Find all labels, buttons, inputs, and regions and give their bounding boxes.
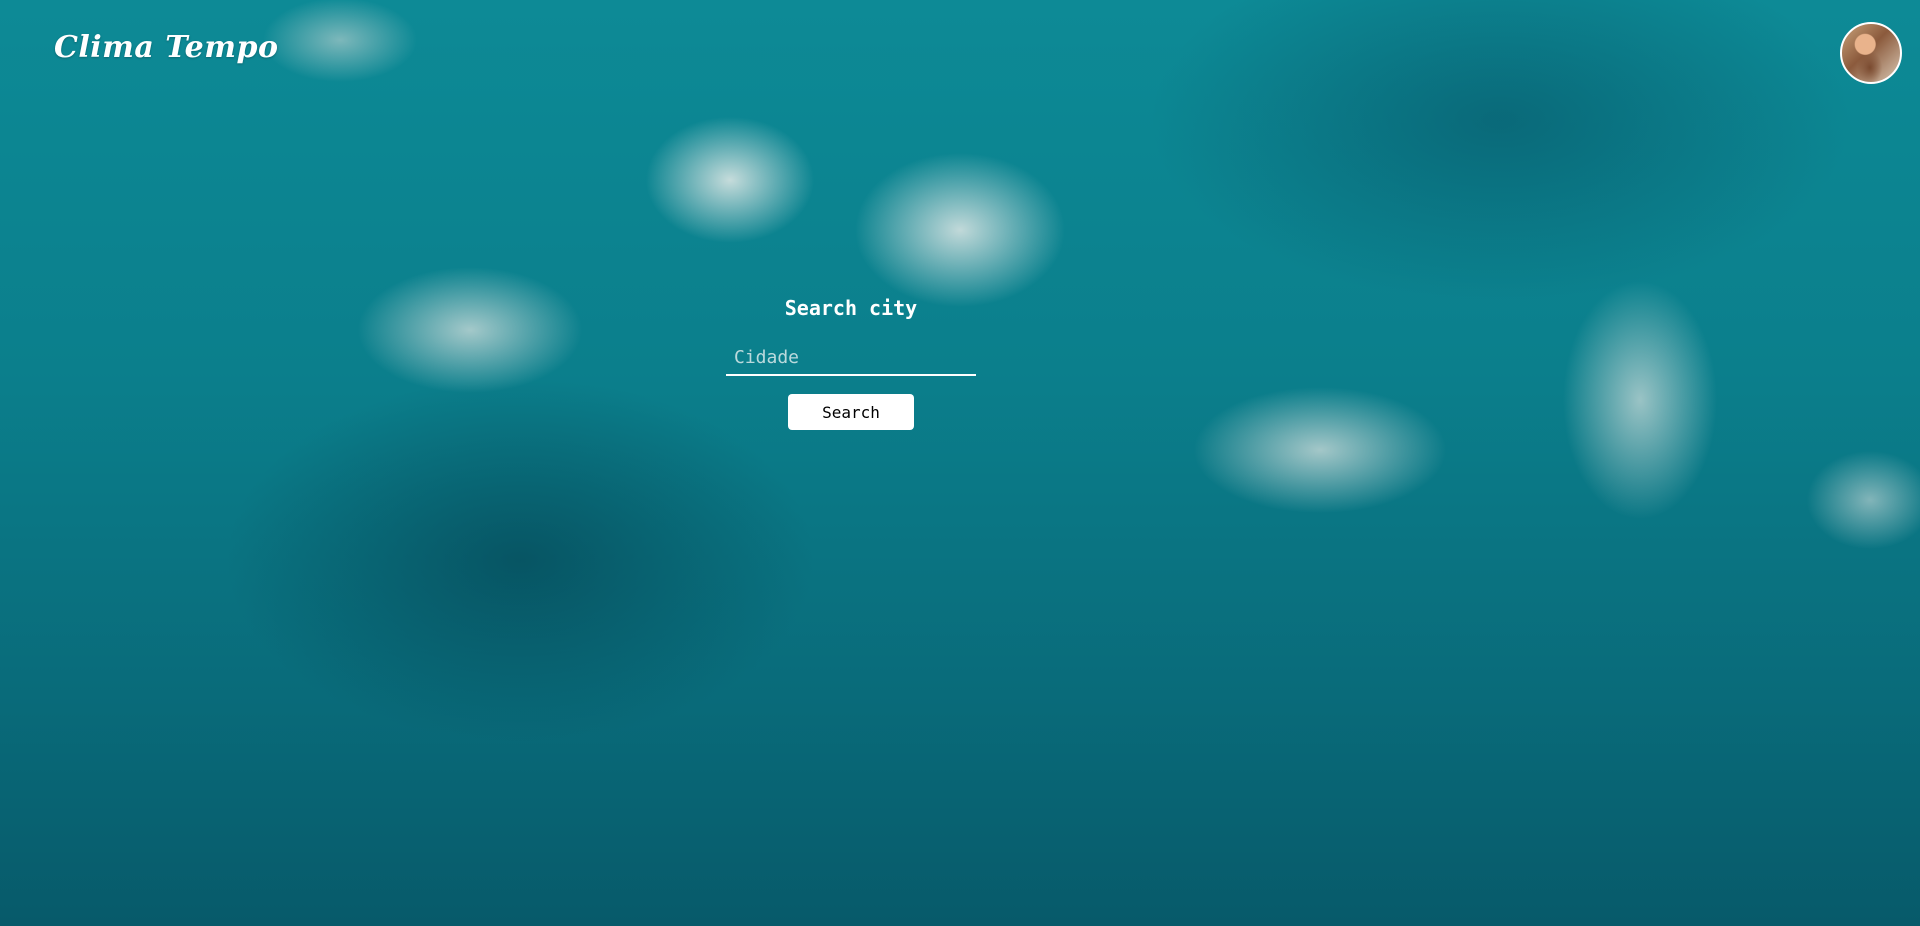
brand-logo[interactable]: Clima Tempo [54, 30, 279, 65]
search-button[interactable]: Search [788, 394, 914, 430]
city-search-input[interactable] [726, 340, 976, 376]
search-title: Search city [784, 296, 918, 320]
search-panel: Search city Search [726, 292, 976, 430]
avatar[interactable] [1840, 22, 1902, 84]
